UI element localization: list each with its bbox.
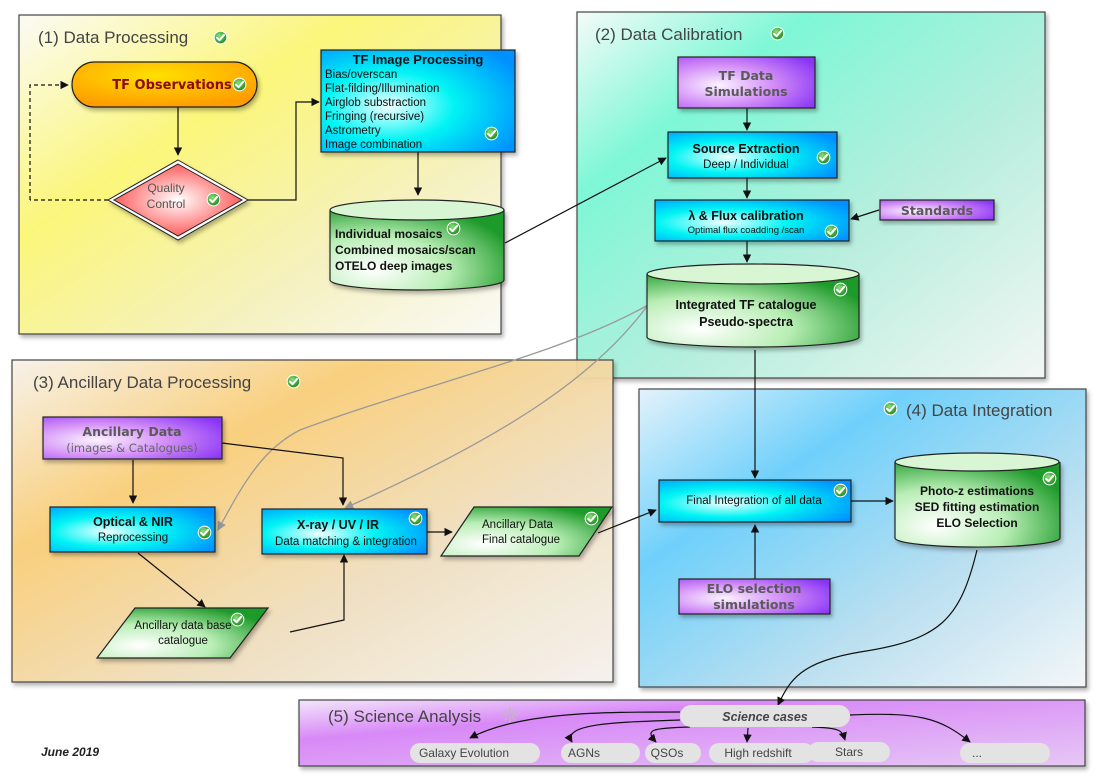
node-subtitle: Deep / Individual bbox=[703, 159, 789, 171]
node-final-integration[interactable]: Final Integration of all data bbox=[658, 479, 852, 523]
science-case-stars[interactable]: Stars bbox=[808, 742, 890, 762]
node-ancillary-data[interactable]: Ancillary Data (images & Catalogues) bbox=[42, 416, 223, 460]
check-icon bbox=[816, 150, 831, 165]
check-icon bbox=[584, 511, 599, 526]
node-title: Optical & NIR bbox=[93, 515, 173, 529]
step-label: Bias/overscan bbox=[325, 69, 397, 81]
node-science-cases[interactable]: Science cases bbox=[680, 705, 850, 727]
check-icon bbox=[408, 511, 423, 526]
node-title: λ & Flux calibration bbox=[688, 209, 803, 223]
node-mosaics-database[interactable]: Individual mosaics Combined mosaics/scan… bbox=[329, 199, 505, 291]
step-label: Airglob substraction bbox=[325, 97, 426, 109]
check-icon bbox=[286, 374, 301, 389]
node-tf-observations[interactable]: TF Observations bbox=[71, 61, 258, 108]
check-icon bbox=[1042, 471, 1057, 486]
check-icon bbox=[230, 612, 245, 627]
check-icon bbox=[484, 126, 499, 141]
check-icon bbox=[446, 221, 461, 236]
db-line: Photo-z estimations bbox=[920, 484, 1034, 498]
node-label: Ancillary data base bbox=[134, 620, 231, 632]
section-title: (1) Data Processing bbox=[38, 28, 188, 47]
node-subtitle: Reprocessing bbox=[98, 532, 168, 544]
step-label: Image combination bbox=[325, 139, 422, 151]
science-case-label: Stars bbox=[835, 745, 863, 759]
node-title: X-ray / UV / IR bbox=[297, 518, 379, 532]
node-subtitle: Data matching & integration bbox=[275, 536, 417, 548]
db-line: OTELO deep images bbox=[335, 259, 453, 273]
step-label: Fringing (recursive) bbox=[325, 111, 424, 123]
node-label: Simulations bbox=[704, 84, 787, 99]
node-tf-catalogue-database[interactable]: Integrated TF catalogue Pseudo-spectra bbox=[646, 263, 860, 348]
check-icon bbox=[833, 483, 848, 498]
node-subtitle: Optimal flux coadding /scan bbox=[688, 225, 805, 236]
footer-date: June 2019 bbox=[41, 745, 99, 759]
node-photoz-database[interactable]: Photo-z estimations SED fitting estimati… bbox=[894, 452, 1061, 548]
science-case-qsos[interactable]: QSOs bbox=[645, 743, 701, 763]
db-line: ELO Selection bbox=[936, 516, 1017, 530]
section-title: (3) Ancillary Data Processing bbox=[33, 373, 251, 392]
section-title: (5) Science Analysis bbox=[328, 707, 481, 726]
section-title: (4) Data Integration bbox=[906, 401, 1052, 420]
pipeline-diagram: (1) Data Processing (2) Data Calibration… bbox=[11, 11, 1087, 767]
db-line: SED fitting estimation bbox=[915, 500, 1040, 514]
db-line: Integrated TF catalogue bbox=[676, 298, 817, 312]
node-flux-calibration[interactable]: λ & Flux calibration Optimal flux coaddi… bbox=[654, 199, 850, 242]
science-case-more[interactable]: ... bbox=[960, 743, 1050, 763]
science-case-label: High redshift bbox=[724, 746, 792, 760]
node-label: ELO selection bbox=[707, 581, 802, 596]
check-icon bbox=[883, 401, 898, 416]
science-case-galaxy-evolution[interactable]: Galaxy Evolution bbox=[410, 743, 540, 763]
check-icon bbox=[824, 224, 839, 239]
check-icon bbox=[833, 282, 848, 297]
node-elo-simulations[interactable]: ELO selection simulations bbox=[678, 578, 831, 615]
check-icon bbox=[770, 26, 785, 41]
node-optical-nir[interactable]: Optical & NIR Reprocessing bbox=[49, 506, 216, 553]
node-title: Ancillary Data bbox=[82, 424, 181, 439]
node-tf-image-processing[interactable]: TF Image Processing Bias/overscan Flat-f… bbox=[320, 49, 516, 153]
node-label: Final catalogue bbox=[482, 534, 560, 546]
node-label: simulations bbox=[713, 597, 795, 612]
node-label: TF Data bbox=[719, 68, 774, 83]
node-label: Standards bbox=[901, 203, 973, 218]
check-icon bbox=[206, 192, 221, 207]
node-standards[interactable]: Standards bbox=[879, 199, 995, 221]
science-case-label: Galaxy Evolution bbox=[419, 746, 509, 760]
science-case-label: AGNs bbox=[568, 746, 600, 760]
science-case-high-redshift[interactable]: High redshift bbox=[709, 743, 814, 763]
node-label: Ancillary Data bbox=[482, 519, 554, 531]
db-line: Combined mosaics/scan bbox=[335, 243, 476, 257]
node-label: catalogue bbox=[158, 635, 208, 647]
science-case-agns[interactable]: AGNs bbox=[561, 743, 640, 763]
node-title: Source Extraction bbox=[693, 142, 800, 156]
node-label: Science cases bbox=[722, 710, 808, 724]
science-case-label: QSOs bbox=[651, 746, 684, 760]
section-title: (2) Data Calibration bbox=[595, 25, 742, 44]
node-xray-uv-ir[interactable]: X-ray / UV / IR Data matching & integrat… bbox=[261, 508, 428, 555]
check-icon bbox=[197, 525, 212, 540]
step-label: Astrometry bbox=[325, 125, 381, 137]
node-label: TF Observations bbox=[112, 78, 232, 93]
step-label: Flat-filding/Illumination bbox=[325, 83, 439, 95]
science-case-label: ... bbox=[972, 746, 982, 760]
node-source-extraction[interactable]: Source Extraction Deep / Individual bbox=[667, 131, 838, 179]
node-subtitle: (images & Catalogues) bbox=[66, 441, 198, 455]
node-label: Control bbox=[147, 197, 186, 211]
node-tf-data-simulations[interactable]: TF Data Simulations bbox=[677, 56, 816, 109]
node-label: Quality bbox=[147, 181, 184, 195]
check-icon bbox=[213, 30, 228, 45]
check-icon bbox=[232, 77, 247, 92]
db-line: Individual mosaics bbox=[335, 227, 443, 241]
node-title: TF Image Processing bbox=[353, 52, 484, 67]
db-line: Pseudo-spectra bbox=[699, 315, 794, 329]
node-label: Final Integration of all data bbox=[686, 495, 822, 507]
